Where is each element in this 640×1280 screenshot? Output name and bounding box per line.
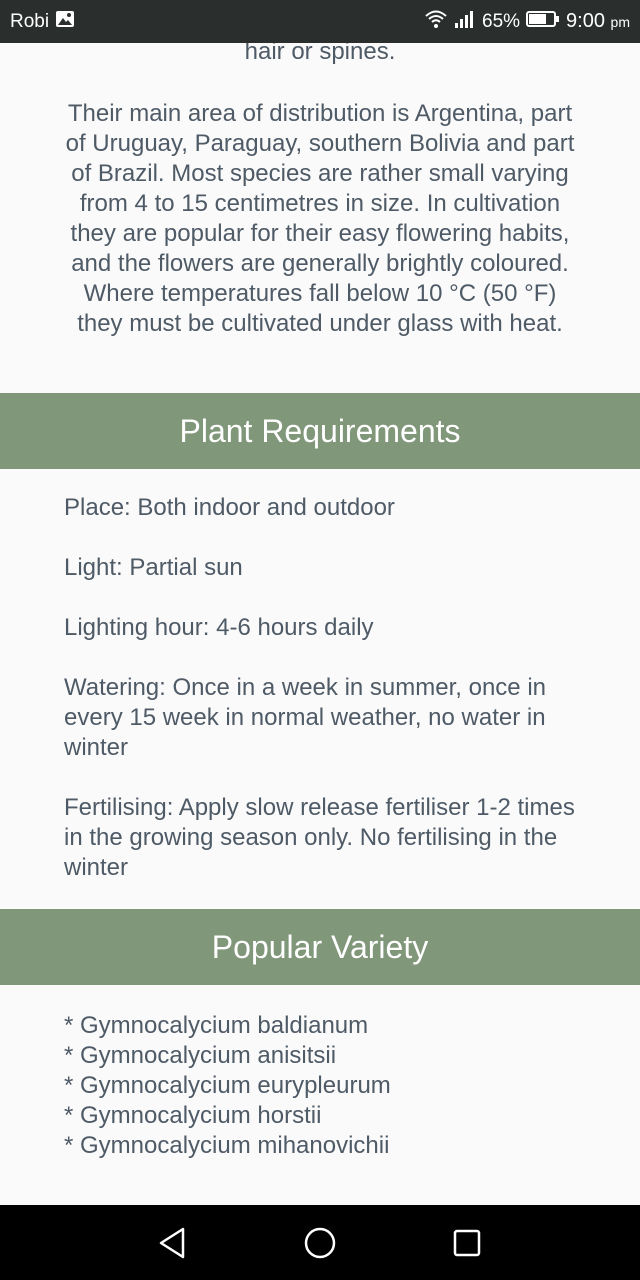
- variety-item: * Gymnocalycium horstii: [64, 1102, 322, 1129]
- clock-suffix: pm: [610, 14, 630, 30]
- variety-item: * Gymnocalycium mihanovichii: [64, 1132, 390, 1159]
- requirement-watering: Watering: Once in a week in summer, once…: [64, 674, 546, 761]
- status-bar: Robi 65% 9:00 pm: [0, 0, 640, 43]
- recents-button[interactable]: [447, 1223, 487, 1263]
- scroll-content[interactable]: hair or spines. Their main area of distr…: [0, 43, 640, 1205]
- requirement-fertilising: Fertilising: Apply slow release fertilis…: [64, 794, 575, 881]
- section-header-popular-variety: Popular Variety: [0, 909, 640, 985]
- section-header-plant-requirements: Plant Requirements: [0, 393, 640, 469]
- intro-tail-text: hair or spines.: [244, 43, 396, 65]
- requirements-list: Place: Both indoor and outdoor Light: Pa…: [64, 493, 594, 913]
- home-button[interactable]: [300, 1223, 340, 1263]
- variety-item: * Gymnocalycium eurypleurum: [64, 1072, 391, 1099]
- home-icon: [304, 1227, 336, 1258]
- wifi-icon: [424, 9, 448, 35]
- requirement-light: Light: Partial sun: [64, 554, 243, 581]
- variety-item: * Gymnocalycium anisitsii: [64, 1042, 337, 1069]
- back-icon: [160, 1227, 185, 1258]
- battery-icon: [526, 10, 560, 34]
- requirement-place: Place: Both indoor and outdoor: [64, 494, 395, 521]
- status-bar-right: 65% 9:00 pm: [424, 9, 630, 35]
- carrier-label: Robi: [10, 10, 50, 32]
- status-bar-left: Robi: [10, 10, 75, 34]
- clock: 9:00 pm: [566, 10, 630, 33]
- image-icon: [55, 10, 75, 34]
- battery-percent: 65%: [482, 10, 521, 32]
- clock-time: 9:00: [566, 10, 605, 32]
- requirement-lighting-hour: Lighting hour: 4-6 hours daily: [64, 614, 374, 641]
- recents-icon: [453, 1229, 480, 1256]
- variety-item: * Gymnocalycium baldianum: [64, 1012, 369, 1039]
- navigation-bar: [0, 1205, 640, 1280]
- variety-list: * Gymnocalycium baldianum * Gymnocalyciu…: [64, 1011, 594, 1161]
- back-button[interactable]: [153, 1223, 193, 1263]
- distribution-text: Their main area of distribution is Argen…: [65, 100, 575, 337]
- signal-icon: [454, 9, 476, 35]
